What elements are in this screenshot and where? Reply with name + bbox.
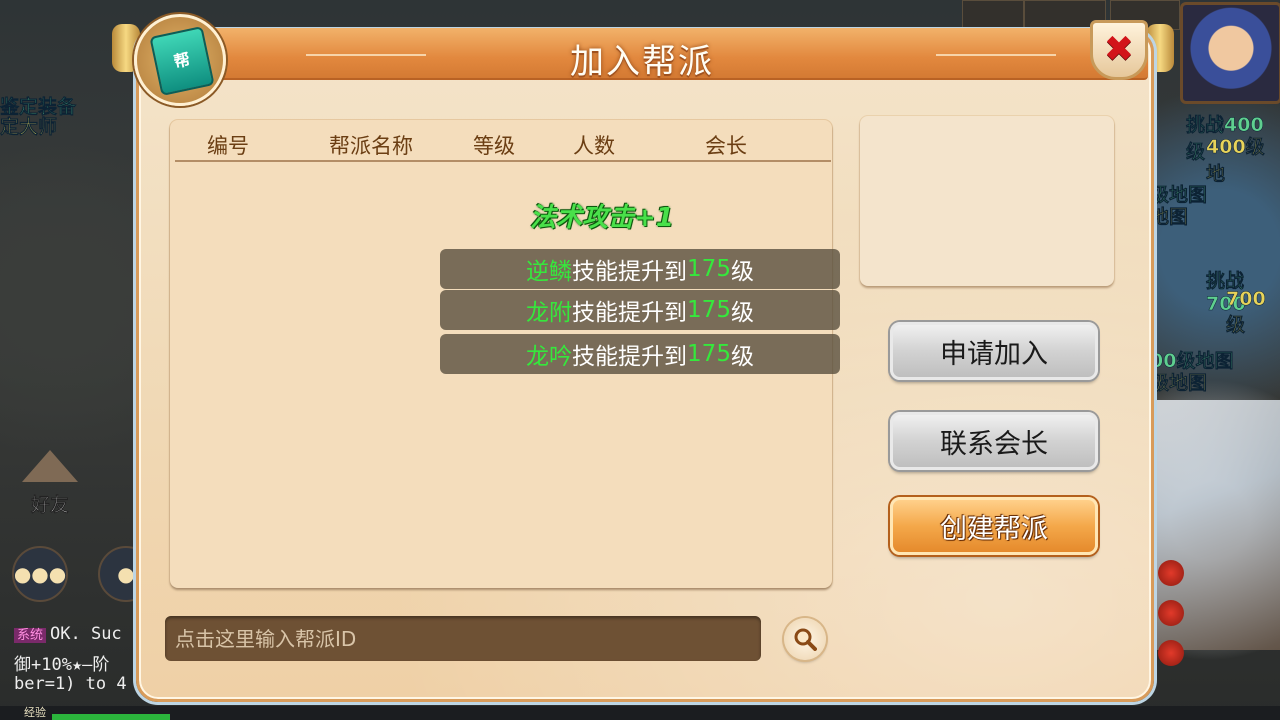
chat-button[interactable]: ●●●	[12, 546, 68, 602]
world-label: 级地图	[1150, 372, 1208, 395]
scroll-icon: 帮	[149, 26, 215, 96]
guild-id-search-input[interactable]	[165, 616, 761, 661]
column-header-level: 等级	[473, 134, 515, 158]
column-header-members: 人数	[573, 134, 615, 158]
experience-label: 经验	[24, 706, 46, 719]
guild-info-panel	[860, 116, 1114, 286]
close-button[interactable]: ✖	[1090, 20, 1148, 80]
friends-button[interactable]: 好友	[12, 440, 88, 520]
skill-name: 龙吟	[526, 344, 573, 370]
guild-list-panel: 编号 帮派名称 等级 人数 会长 法术攻击+1 逆鳞 技能提升到 175 级 龙附 技能…	[170, 120, 840, 588]
lantern-decoration	[1158, 560, 1184, 586]
skill-name: 逆鳞	[526, 259, 573, 285]
world-label: 定大师	[0, 116, 58, 139]
world-label: 400级地	[1206, 136, 1265, 186]
status-bar-slot	[962, 0, 1024, 30]
skill-level: 175	[687, 341, 731, 367]
player-avatar[interactable]	[1180, 2, 1280, 104]
chat-bubble-icon: ●●●	[13, 562, 67, 586]
column-header-id: 编号	[207, 134, 249, 158]
apply-join-button[interactable]: 申请加入	[890, 322, 1098, 380]
lantern-decoration	[1158, 600, 1184, 626]
friends-label: 好友	[30, 494, 70, 517]
column-header-leader: 会长	[705, 134, 747, 158]
search-button[interactable]	[784, 618, 826, 660]
world-label: 地图	[1150, 206, 1189, 229]
contact-leader-button[interactable]: 联系会长	[890, 412, 1098, 470]
microphone-icon: ●	[117, 562, 135, 586]
magnifier-icon	[794, 628, 817, 651]
system-tag: 系统	[14, 628, 47, 643]
experience-bar	[52, 714, 170, 720]
emblem-char: 帮	[172, 49, 192, 72]
table-header: 编号 帮派名称 等级 人数 会长	[175, 120, 831, 162]
skill-name: 龙附	[526, 300, 573, 326]
chat-message: 御+10%★—阶	[14, 655, 110, 675]
chat-message: ber=1) to 4	[14, 674, 127, 694]
guild-emblem: 帮	[134, 14, 226, 106]
dialog-title: 加入帮派	[570, 42, 714, 82]
chat-message: 系统 OK. Suc	[14, 624, 122, 644]
skill-level: 175	[687, 256, 731, 282]
world-label: 700级	[1226, 288, 1266, 337]
attribute-bonus-text: 法术攻击+1	[530, 203, 674, 233]
skill-upgrade-notice: 逆鳞 技能提升到 175 级	[440, 249, 840, 289]
skill-upgrade-notice: 龙吟 技能提升到 175 级	[440, 334, 840, 374]
close-icon: ✖	[1103, 29, 1135, 70]
straw-hat-icon	[22, 450, 78, 482]
lantern-decoration	[1158, 640, 1184, 666]
column-header-name: 帮派名称	[329, 134, 413, 158]
skill-upgrade-notice: 龙附 技能提升到 175 级	[440, 290, 840, 330]
skill-level: 175	[687, 297, 731, 323]
bottom-status-strip	[0, 706, 1280, 720]
dialog-header: 加入帮派	[136, 28, 1148, 82]
create-guild-button[interactable]: 创建帮派	[890, 497, 1098, 555]
